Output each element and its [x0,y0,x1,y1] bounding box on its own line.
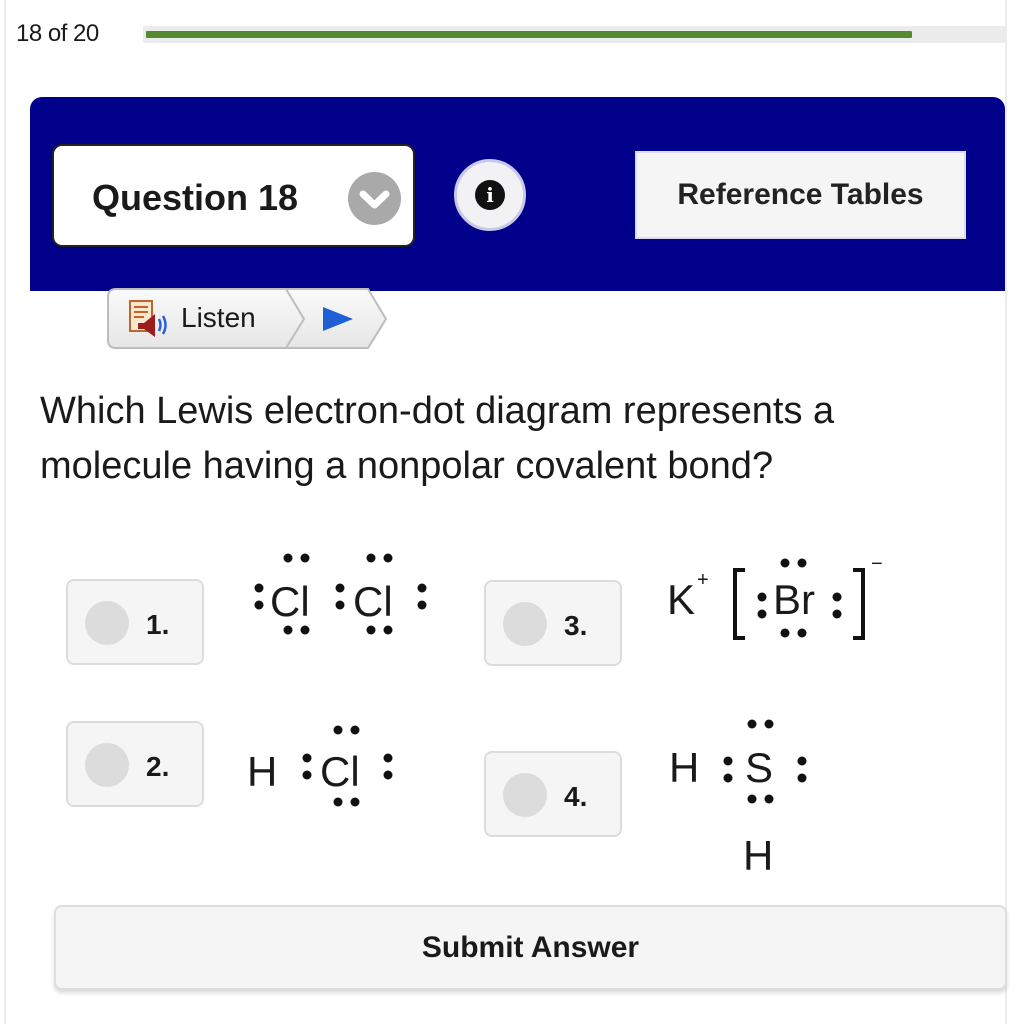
progress-fill [146,31,912,38]
atom-label: Br [773,576,815,623]
option-number: 1. [146,609,170,640]
chevron-down-icon [348,172,401,225]
anion-charge: − [871,553,883,575]
info-button[interactable]: i [454,159,526,231]
atom-label: H [743,832,773,879]
atom-label: H [247,748,277,795]
page-border-right [1005,0,1007,1024]
page-border-left [4,0,6,1024]
progress-label: 18 of 20 [16,20,99,47]
option-1-radio[interactable]: 1. [66,579,204,665]
atom-label: Cl [320,748,360,795]
cation-charge: + [697,569,709,591]
info-icon: i [475,180,505,210]
atom-label: Cl [270,578,310,625]
option-3-diagram: K + Br − [667,553,883,640]
option-number: 2. [146,751,170,782]
option-4-radio[interactable]: 4. [484,751,622,837]
atom-label: S [745,744,773,791]
option-1-diagram: Cl Cl [254,553,427,635]
play-icon[interactable] [321,305,355,333]
question-header: Question 18 i Reference Tables [30,97,1005,291]
submit-answer-button[interactable]: Submit Answer [54,905,1007,990]
listen-widget: Listen [106,287,388,349]
question-text: Which Lewis electron-dot diagram represe… [40,390,835,487]
option-number: 3. [564,610,588,641]
option-4-diagram: H S H [669,719,807,879]
listen-label[interactable]: Listen [181,302,256,334]
radio-circle [85,601,129,645]
question-selector[interactable]: Question 18 [52,144,415,247]
option-2-diagram: H Cl [247,725,393,807]
atom-label: Cl [353,578,393,625]
option-2-radio[interactable]: 2. [66,721,204,807]
radio-circle [503,773,547,817]
radio-circle [503,602,547,646]
progress-bar [143,26,1006,43]
option-3-radio[interactable]: 3. [484,580,622,666]
option-number: 4. [564,781,588,812]
radio-circle [85,743,129,787]
question-selector-label: Question 18 [92,177,299,218]
document-speaker-icon [129,300,167,337]
atom-label: H [669,744,699,791]
atom-label: K [667,576,695,623]
reference-tables-button[interactable]: Reference Tables [635,151,966,239]
